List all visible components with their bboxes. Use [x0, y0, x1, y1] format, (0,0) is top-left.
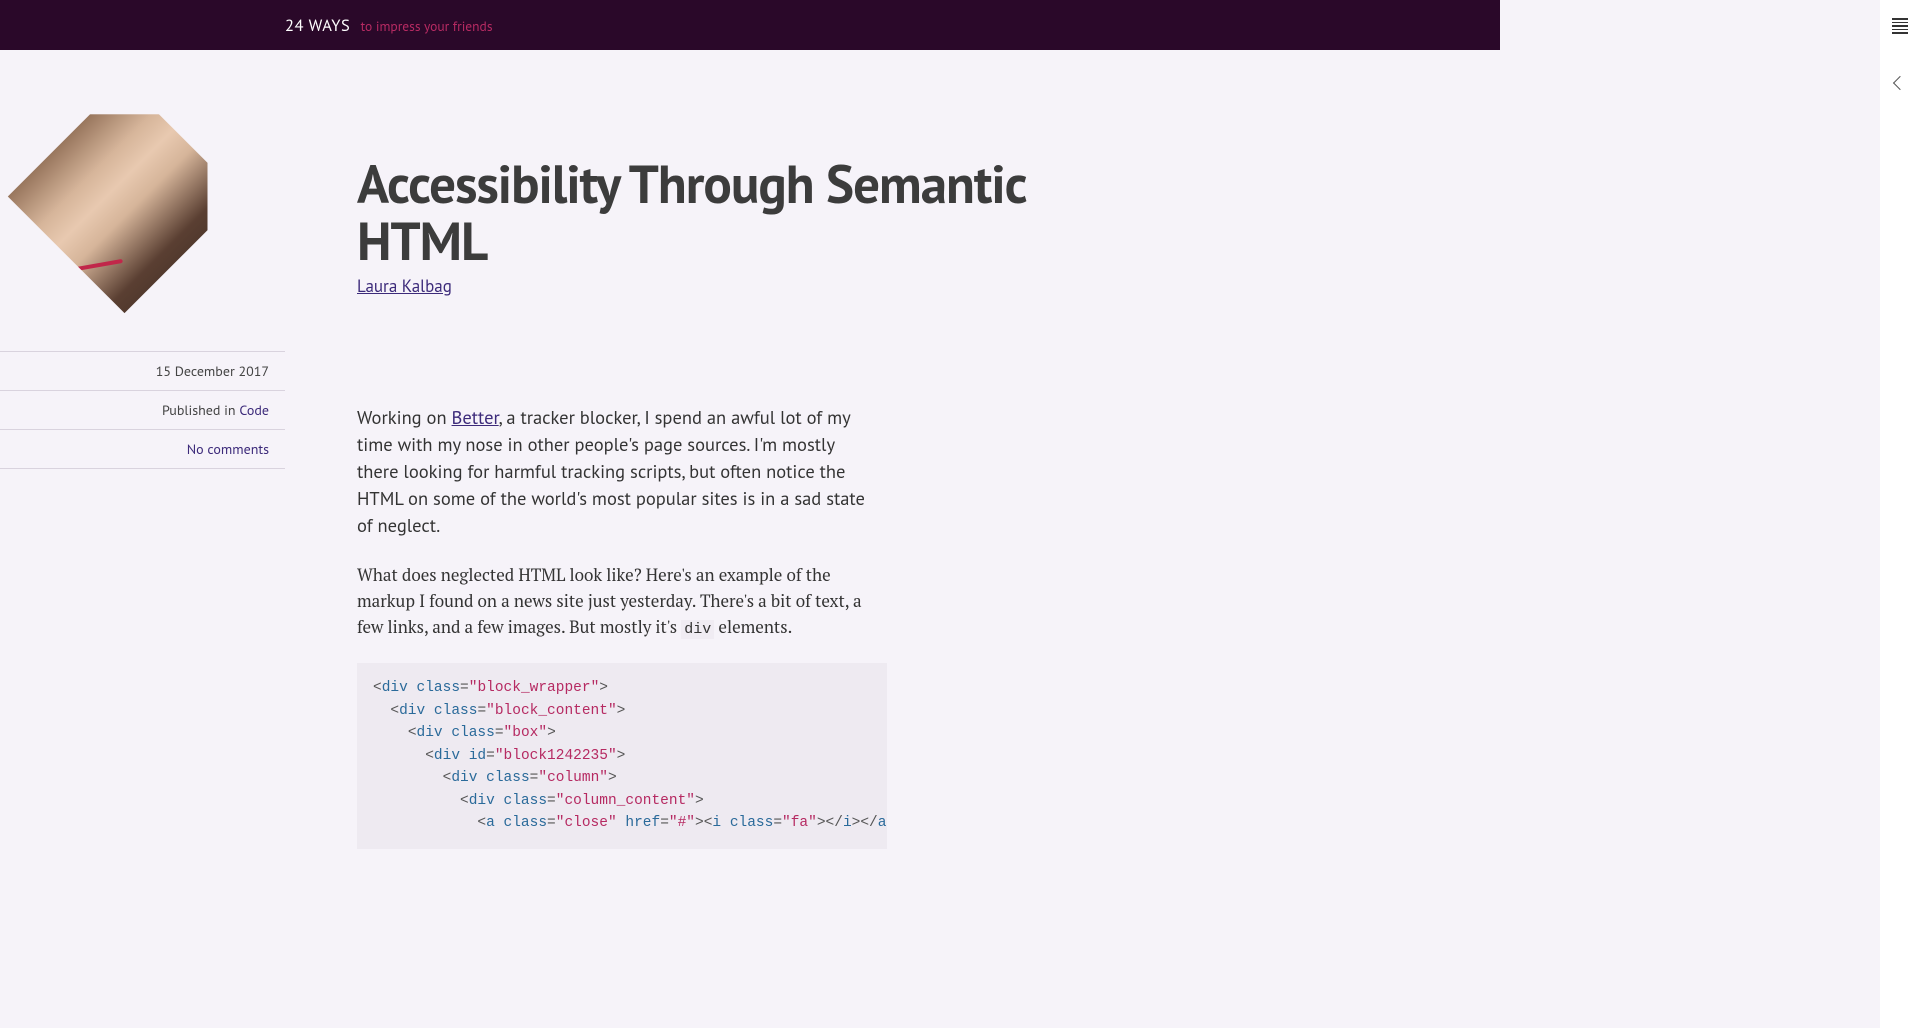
menu-icon[interactable] — [1892, 18, 1908, 36]
logo-main: 24 WAYS — [285, 14, 350, 36]
chevron-left-icon[interactable] — [1893, 75, 1907, 89]
header-bar: 24 WAYS to impress your friends — [0, 0, 1500, 50]
author-avatar[interactable] — [8, 80, 241, 313]
author-link[interactable]: Laura Kalbag — [357, 275, 452, 297]
article-title: Accessibility Through Semantic HTML — [357, 155, 1045, 269]
main-content: 15 December 2017 Published in Code No co… — [0, 50, 1500, 849]
article: Accessibility Through Semantic HTML Laur… — [285, 50, 1045, 849]
site-logo[interactable]: 24 WAYS to impress your friends — [285, 14, 493, 36]
right-sidebar — [1880, 0, 1920, 1028]
left-column: 15 December 2017 Published in Code No co… — [0, 50, 285, 849]
logo-tagline: to impress your friends — [361, 17, 493, 35]
meta-category-row: Published in Code — [0, 390, 285, 429]
inline-code: div — [681, 620, 714, 639]
category-link[interactable]: Code — [239, 401, 269, 419]
meta-date: 15 December 2017 — [0, 351, 285, 390]
code-block: <div class="block_wrapper"> <div class="… — [357, 663, 887, 848]
intro-paragraph: Working on Better, a tracker blocker, I … — [357, 405, 877, 539]
better-link[interactable]: Better — [452, 406, 499, 430]
comments-link[interactable]: No comments — [187, 440, 269, 458]
body-paragraph: What does neglected HTML look like? Here… — [357, 562, 877, 642]
meta-comments-row: No comments — [0, 429, 285, 469]
meta-list: 15 December 2017 Published in Code No co… — [0, 351, 285, 469]
author-avatar-wrap — [0, 80, 285, 313]
